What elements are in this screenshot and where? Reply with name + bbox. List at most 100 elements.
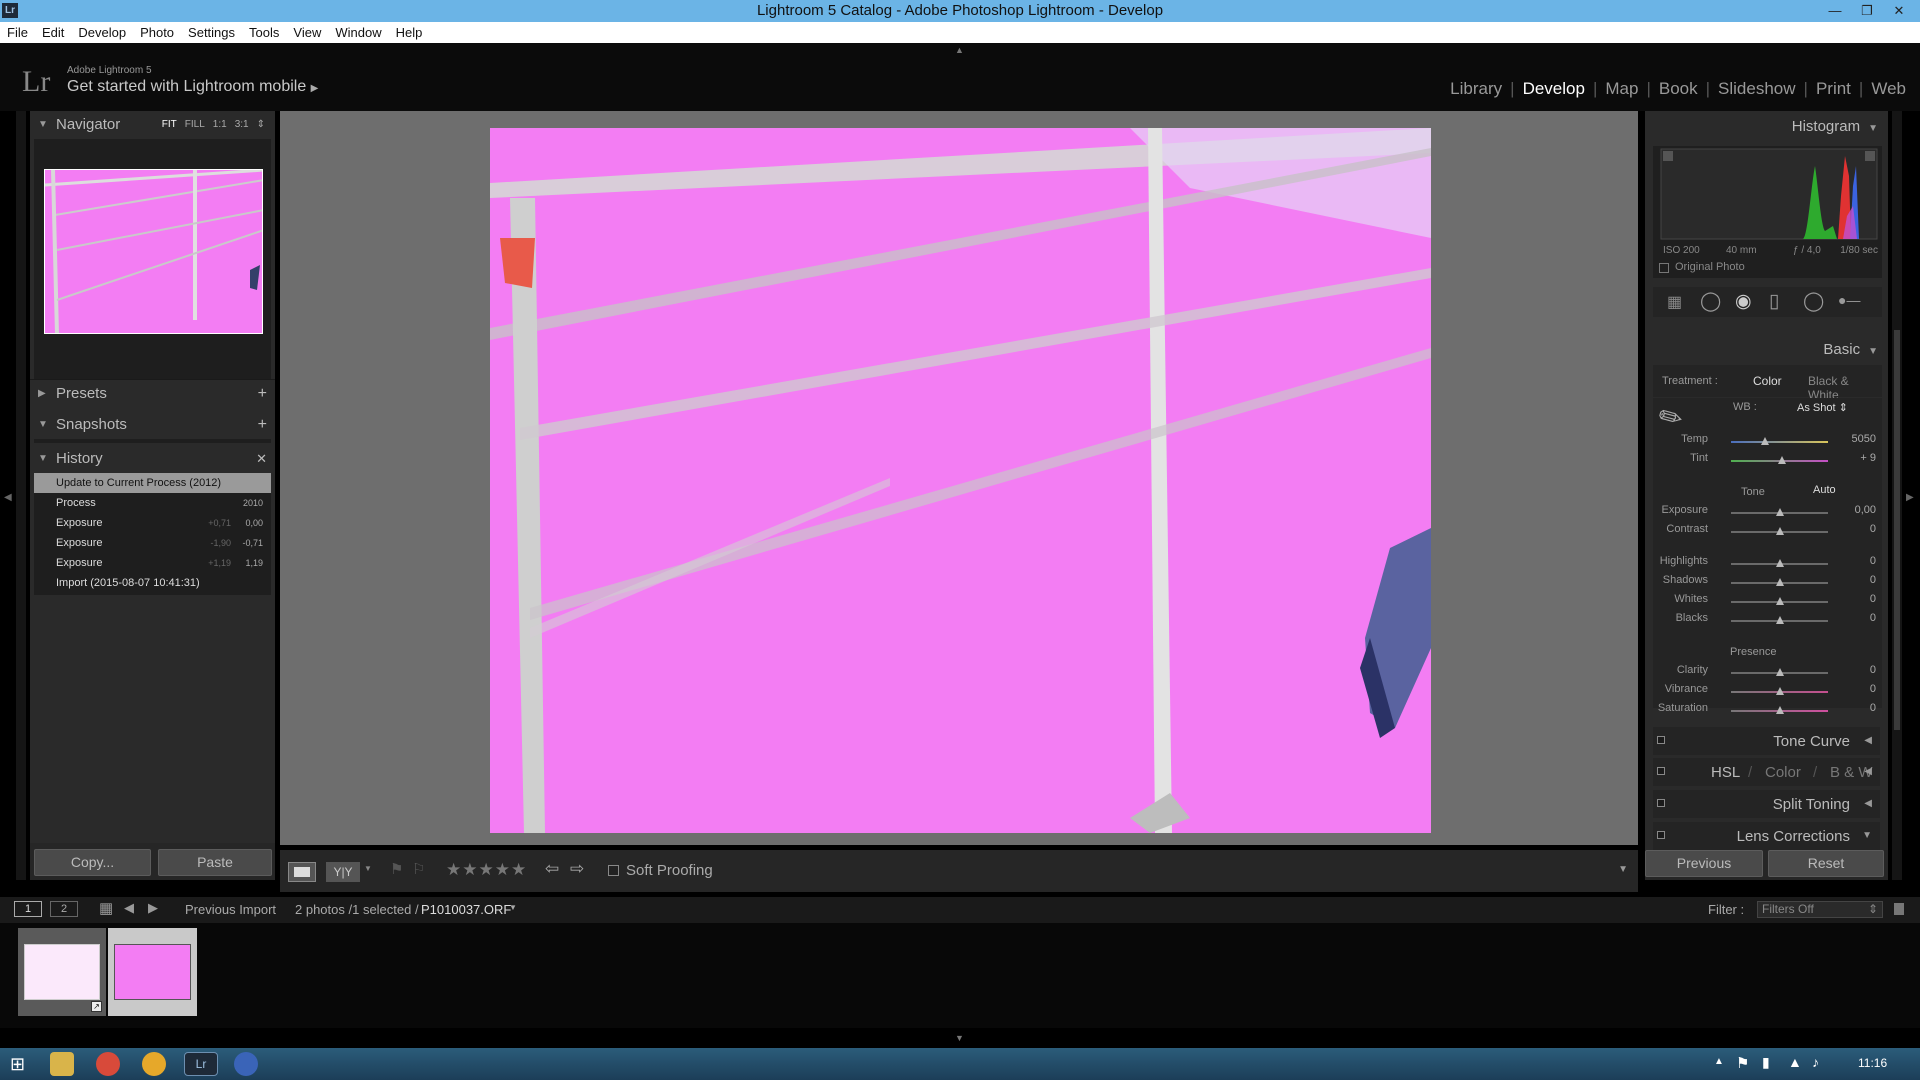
left-panel-toggle-icon[interactable]: ◀ (4, 492, 12, 503)
highlights-value[interactable]: 0 (1870, 555, 1876, 567)
before-after-dropdown-icon[interactable]: ▼ (364, 864, 372, 873)
navigator-header[interactable]: ▼ Navigator FIT FILL 1:1 3:1 ⇕ (30, 111, 275, 139)
history-item[interactable]: Exposure -1,90 -0,71 (34, 533, 271, 553)
clear-history-icon[interactable]: ✕ (256, 445, 267, 473)
histogram-graph[interactable] (1653, 146, 1882, 241)
saturation-slider[interactable]: Saturation 0 (1645, 702, 1888, 721)
module-print[interactable]: Print (1808, 79, 1859, 98)
back-arrow-icon[interactable]: ◀ (124, 900, 134, 916)
history-item[interactable]: Update to Current Process (2012) (34, 473, 271, 493)
add-snapshot-icon[interactable]: + (258, 411, 267, 439)
history-item[interactable]: Import (2015-08-07 10:41:31) (34, 573, 271, 593)
saturation-thumb[interactable] (1775, 706, 1784, 714)
crop-tool-icon[interactable]: ▦ (1667, 292, 1682, 312)
menu-develop[interactable]: Develop (71, 22, 133, 43)
menu-file[interactable]: File (0, 22, 35, 43)
history-item[interactable]: Exposure +1,19 1,19 (34, 553, 271, 573)
contrast-thumb[interactable] (1775, 527, 1784, 535)
volume-icon[interactable]: ♪ (1812, 1054, 1819, 1070)
presets-header[interactable]: ▶ Presets + (30, 379, 275, 407)
module-slideshow[interactable]: Slideshow (1710, 79, 1804, 98)
main-photo[interactable] (490, 128, 1431, 833)
lens-corrections-section[interactable]: Lens Corrections ▼ (1653, 822, 1880, 850)
rating-stars[interactable]: ★★★★★ (446, 860, 527, 880)
lightroom-taskbar-icon[interactable]: Lr (184, 1052, 218, 1076)
whites-thumb[interactable] (1775, 597, 1784, 605)
blacks-thumb[interactable] (1775, 616, 1784, 624)
wb-select[interactable]: As Shot ⇕ (1797, 401, 1848, 414)
tint-value[interactable]: + 9 (1860, 452, 1876, 464)
blacks-value[interactable]: 0 (1870, 612, 1876, 624)
menu-photo[interactable]: Photo (133, 22, 181, 43)
module-web[interactable]: Web (1863, 79, 1914, 98)
tint-slider[interactable]: Tint + 9 (1645, 452, 1888, 471)
previous-settings-button[interactable]: Previous (1645, 850, 1763, 877)
adjustment-brush-icon[interactable]: ●— (1838, 292, 1860, 308)
exposure-thumb[interactable] (1775, 508, 1784, 516)
restore-icon[interactable]: ❐ (1852, 0, 1882, 22)
menu-help[interactable]: Help (389, 22, 430, 43)
menu-settings[interactable]: Settings (181, 22, 242, 43)
top-panel-toggle-icon[interactable]: ▲ (955, 45, 964, 55)
temp-thumb[interactable] (1760, 437, 1769, 445)
navigator-preview[interactable] (44, 169, 263, 334)
hsl-tab[interactable]: HSL (1711, 764, 1740, 781)
filename-dropdown-icon[interactable]: ▼ (509, 903, 517, 912)
history-header[interactable]: ▼ History ✕ (30, 445, 275, 473)
forward-arrow-icon[interactable]: ▶ (148, 900, 158, 916)
section-toggle[interactable] (1657, 799, 1665, 807)
minimize-icon[interactable]: — (1820, 0, 1850, 22)
sync-app-icon[interactable] (142, 1052, 166, 1076)
toolbar-menu-icon[interactable]: ▼ (1618, 864, 1628, 875)
menu-window[interactable]: Window (328, 22, 388, 43)
split-toning-section[interactable]: Split Toning ◀ (1653, 790, 1880, 818)
clarity-value[interactable]: 0 (1870, 664, 1876, 676)
paste-settings-button[interactable]: Paste (158, 849, 272, 876)
section-toggle[interactable] (1657, 767, 1665, 775)
whites-slider[interactable]: Whites 0 (1645, 593, 1888, 612)
close-icon[interactable]: ✕ (1884, 0, 1914, 22)
zoom-fill[interactable]: FILL (181, 119, 209, 130)
graduated-filter-icon[interactable]: ▯ (1769, 290, 1779, 313)
hsl-section[interactable]: HSL / Color / B & W ◀ (1653, 758, 1880, 786)
browser-icon[interactable] (234, 1052, 258, 1076)
zoom-stepper-icon[interactable]: ⇕ (253, 119, 269, 130)
bottom-panel-toggle-icon[interactable]: ▼ (955, 1033, 964, 1043)
menu-tools[interactable]: Tools (242, 22, 286, 43)
vibrance-thumb[interactable] (1775, 687, 1784, 695)
chrome-icon[interactable] (96, 1052, 120, 1076)
section-toggle[interactable] (1657, 831, 1665, 839)
vibrance-slider[interactable]: Vibrance 0 (1645, 683, 1888, 702)
temp-slider[interactable]: Temp 5050 (1645, 433, 1888, 452)
history-item[interactable]: Process 2010 (34, 493, 271, 513)
module-map[interactable]: Map (1597, 79, 1646, 98)
tint-thumb[interactable] (1778, 456, 1787, 464)
zoom-1-1[interactable]: 1:1 (209, 119, 231, 130)
section-toggle[interactable] (1657, 736, 1665, 744)
zoom-fit[interactable]: FIT (158, 119, 181, 130)
clock[interactable]: 11:16 (1858, 1056, 1887, 1070)
filmstrip-filename[interactable]: P1010037.ORF (421, 902, 511, 917)
shadows-value[interactable]: 0 (1870, 574, 1876, 586)
exposure-slider[interactable]: Exposure 0,00 (1645, 504, 1888, 523)
loupe-view-icon[interactable] (288, 862, 316, 882)
tray-expand-icon[interactable]: ▲ (1714, 1056, 1724, 1067)
module-develop[interactable]: Develop (1515, 79, 1593, 98)
filmstrip-thumbnail-selected[interactable] (108, 928, 197, 1016)
basic-header[interactable]: Basic ▼ (1823, 341, 1878, 358)
menu-view[interactable]: View (286, 22, 328, 43)
color-tab[interactable]: Color (1765, 764, 1801, 781)
histogram-header[interactable]: Histogram ▼ (1792, 118, 1878, 135)
radial-filter-icon[interactable]: ◯ (1803, 290, 1824, 313)
shadow-clipping-icon[interactable] (1663, 151, 1673, 161)
grid-view-icon[interactable]: ▦ (99, 899, 113, 917)
reset-button[interactable]: Reset (1768, 850, 1884, 877)
treatment-color-button[interactable]: Color (1753, 374, 1782, 388)
zoom-3-1[interactable]: 3:1 (231, 119, 253, 130)
exposure-value[interactable]: 0,00 (1855, 504, 1876, 516)
contrast-slider[interactable]: Contrast 0 (1645, 523, 1888, 542)
next-photo-icon[interactable]: ⇨ (570, 859, 584, 879)
clarity-slider[interactable]: Clarity 0 (1645, 664, 1888, 683)
add-preset-icon[interactable]: + (258, 380, 267, 408)
blacks-slider[interactable]: Blacks 0 (1645, 612, 1888, 631)
